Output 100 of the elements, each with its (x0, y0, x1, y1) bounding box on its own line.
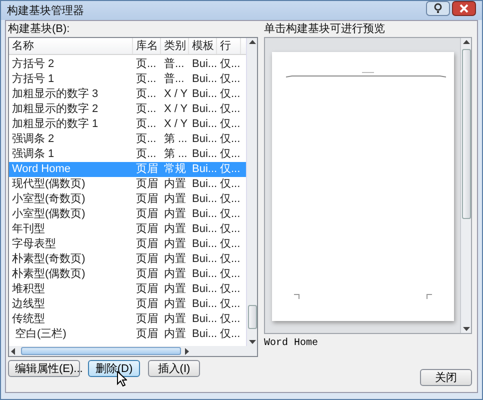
edit-properties-button[interactable]: 编辑属性(E)... (8, 360, 80, 377)
arrow-up-icon[interactable] (248, 38, 256, 47)
table-cell-text: 仅... (219, 252, 241, 267)
table-cell-text: 内置 (163, 297, 187, 312)
table-cell-text: 页... (135, 87, 158, 102)
crop-mark-icon (426, 294, 432, 299)
table-cell-text: 页眉 (135, 207, 159, 222)
table-cell-text: 第 ... (163, 147, 188, 162)
preview-label: 单击构建基块可进行预览 (264, 23, 386, 36)
table-cell-text: 常规 (163, 162, 187, 177)
column-header[interactable]: 名称 (9, 38, 133, 54)
table-cell-text: 内置 (163, 177, 187, 192)
table-cell-text: Bui... (191, 252, 217, 267)
table-cell[interactable]: 方括号 2 (9, 57, 133, 72)
table-cell-text: 仅... (219, 177, 241, 192)
scrollbar[interactable] (460, 38, 471, 333)
table-cell-text: 普... (163, 72, 186, 87)
table-cell-text: 内置 (163, 222, 187, 237)
table-cell[interactable]: 字母表型 (9, 237, 133, 252)
table-cell[interactable]: 传统型 (9, 312, 133, 327)
table-cell[interactable]: 朴素型(奇数页) (9, 252, 133, 267)
insert-button[interactable]: 插入(I) (148, 360, 200, 377)
table-cell-text: 页眉 (135, 267, 159, 282)
table-cell-text: 仅... (219, 312, 241, 327)
table-cell[interactable]: 强调条 1 (9, 147, 133, 162)
table-cell-text: Bui... (191, 132, 217, 147)
scrollbar[interactable] (246, 38, 257, 346)
table-cell-text: Bui... (191, 162, 217, 177)
table-cell-text: 页眉 (135, 297, 159, 312)
table-cell-text: 普... (163, 57, 186, 72)
table-cell-text: Bui... (191, 282, 217, 297)
table-cell-text: Bui... (191, 207, 217, 222)
arrow-down-icon[interactable] (462, 324, 470, 333)
table-cell-text: 仅... (219, 192, 241, 207)
table-cell[interactable]: 边线型 (9, 297, 133, 312)
scrollbar-thumb[interactable] (21, 347, 181, 355)
table-cell[interactable]: 方括号 1 (9, 72, 133, 87)
table-cell[interactable]: 加粗显示的数字 2 (9, 102, 133, 117)
column-header[interactable]: 类别 (161, 38, 189, 54)
table-cell-text: 页眉 (135, 252, 159, 267)
scrollbar-thumb[interactable] (462, 49, 470, 219)
table-cell-text: 仅... (219, 147, 241, 162)
table-cell-text: 页... (135, 102, 158, 117)
arrow-up-icon[interactable] (462, 38, 470, 47)
table-cell[interactable]: 空白(三栏) (9, 327, 133, 342)
table-cell-text: Bui... (191, 327, 217, 342)
table-cell-text: Bui... (191, 312, 217, 327)
table-cell-text: 内置 (163, 207, 187, 222)
table-cell-text: 内置 (163, 327, 187, 342)
table-cell-text: 页眉 (135, 282, 159, 297)
table-cell-text: 页眉 (135, 237, 159, 252)
table-cell-text: 第 ... (163, 132, 188, 147)
table-cell[interactable]: 堆积型 (9, 282, 133, 297)
column-header[interactable]: 库名 (133, 38, 161, 54)
arrow-down-icon[interactable] (248, 337, 256, 346)
table-cell-text: 内置 (163, 252, 187, 267)
scrollbar[interactable] (9, 346, 257, 356)
table-cell-text: 仅... (219, 207, 241, 222)
table-cell-text: 页眉 (135, 177, 159, 192)
table-cell[interactable]: 加粗显示的数字 1 (9, 117, 133, 132)
table-cell-text: 仅... (219, 282, 241, 297)
delete-button[interactable]: 删除(D) (88, 360, 140, 377)
table-cell-text: 仅... (219, 237, 241, 252)
scrollbar-thumb[interactable] (248, 305, 256, 329)
table-cell-text: Bui... (191, 297, 217, 312)
table-cell-text: 页... (135, 72, 158, 87)
table-cell-text: 页... (135, 147, 158, 162)
help-icon[interactable] (426, 1, 450, 16)
table-cell-text: Bui... (191, 117, 217, 132)
table-cell-text: Bui... (191, 192, 217, 207)
close-icon[interactable] (452, 1, 476, 16)
list-label: 构建基块(B): (8, 23, 71, 36)
table-cell[interactable]: 小室型(奇数页) (9, 192, 133, 207)
table-cell[interactable]: 加粗显示的数字 3 (9, 87, 133, 102)
table-cell-text: 页... (135, 132, 158, 147)
table-cell[interactable]: 年刊型 (9, 222, 133, 237)
table-cell-text: 仅... (219, 87, 241, 102)
close-button[interactable]: 关闭 (420, 369, 472, 386)
table-cell-text: Bui... (191, 177, 217, 192)
table-cell-text: 页眉 (135, 192, 159, 207)
table-cell-text: 仅... (219, 102, 241, 117)
table-cell-text: 仅... (219, 267, 241, 282)
column-header[interactable]: 模板 (189, 38, 217, 54)
table-cell-text: Bui... (191, 72, 217, 87)
table-cell-text: X / Y (163, 117, 189, 132)
column-header[interactable]: 行 (217, 38, 241, 54)
table-cell-text: Bui... (191, 237, 217, 252)
table-cell[interactable]: 朴素型(偶数页) (9, 267, 133, 282)
table-cell-text: Bui... (191, 102, 217, 117)
table-cell-text: Bui... (191, 57, 217, 72)
table-cell-text: 仅... (219, 297, 241, 312)
table-cell-text: 仅... (219, 117, 241, 132)
table-cell-text: 内置 (163, 237, 187, 252)
table-cell-text: 内置 (163, 282, 187, 297)
table-cell[interactable]: 现代型(偶数页) (9, 177, 133, 192)
table-cell[interactable]: 小室型(偶数页) (9, 207, 133, 222)
table-cell[interactable]: 强调条 2 (9, 132, 133, 147)
table-cell-text: 仅... (219, 327, 241, 342)
table-cell-text: 内置 (163, 267, 187, 282)
crop-mark-icon (294, 294, 300, 299)
